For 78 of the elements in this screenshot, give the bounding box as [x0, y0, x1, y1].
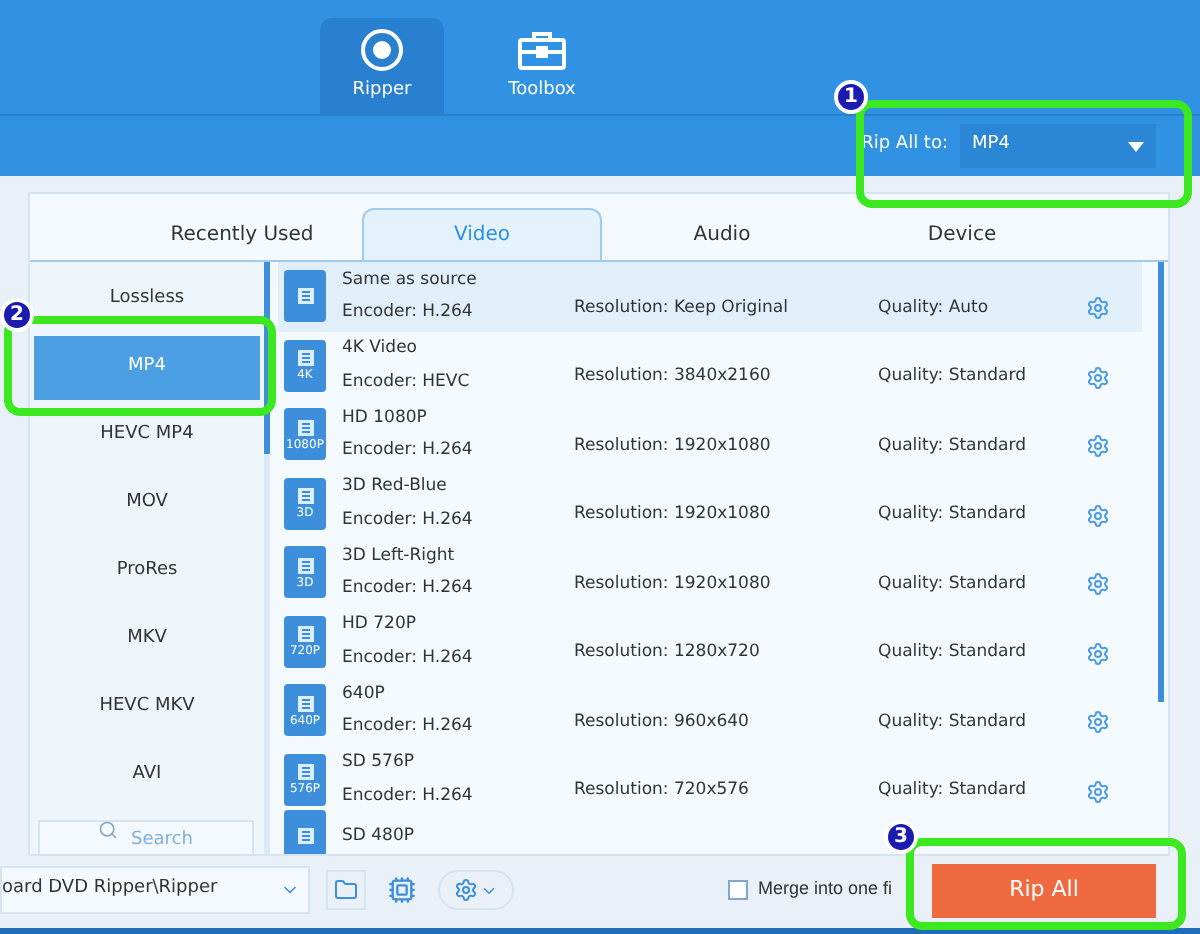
format-item[interactable]: MOV — [34, 472, 260, 536]
quality-text: Quality: Standard — [878, 640, 1028, 667]
resolution-text: Resolution: 1920x1080 — [574, 571, 773, 598]
format-dropdown[interactable]: MP4 — [960, 124, 1156, 168]
format-item[interactable]: ProRes — [34, 540, 260, 604]
quality-text: Quality: Standard — [878, 709, 1028, 736]
caret-icon — [1128, 141, 1144, 151]
settings-icon[interactable] — [1086, 572, 1110, 597]
format-item[interactable]: Lossless — [34, 268, 260, 332]
format-item[interactable]: HEVC MP4 — [34, 404, 260, 468]
search-icon — [98, 820, 118, 840]
chip-icon — [388, 876, 416, 904]
settings-icon[interactable] — [1086, 434, 1110, 459]
encoder-text: Encoder: H.264 — [342, 783, 475, 809]
resolution-text: Resolution: 720x576 — [574, 778, 751, 805]
settings-icon[interactable] — [1086, 641, 1110, 666]
document-icon — [295, 417, 315, 438]
folder-icon — [334, 878, 358, 902]
save-path-field[interactable]: oard DVD Ripper\Ripper — [0, 866, 310, 914]
format-tab[interactable]: Audio — [602, 208, 842, 260]
preset-name: HD 1080P — [342, 405, 429, 431]
resolution-text: Resolution: 1920x1080 — [574, 502, 773, 529]
settings-icon[interactable] — [1086, 710, 1110, 735]
step-badge: 2 — [0, 298, 34, 332]
document-icon — [295, 286, 315, 307]
resolution-text: Resolution: 1920x1080 — [574, 433, 773, 460]
format-item[interactable]: HEVC MKV — [34, 676, 260, 740]
preset-row[interactable]: SD 480P — [278, 814, 422, 854]
document-icon — [295, 693, 315, 714]
resolution-text: Resolution: 3840x2160 — [574, 364, 773, 391]
settings-icon — [454, 878, 478, 902]
quality-text: Quality: Auto — [878, 295, 991, 322]
preset-name: 4K Video — [342, 336, 419, 362]
document-icon — [295, 348, 315, 369]
folder-button[interactable] — [326, 870, 366, 910]
search-field[interactable]: Search — [38, 820, 254, 854]
settings-icon[interactable] — [1086, 296, 1110, 321]
nav-tab[interactable]: Ripper — [320, 18, 444, 114]
encoder-text: Encoder: H.264 — [342, 507, 475, 533]
resolution-text: Resolution: 1280x720 — [574, 640, 762, 667]
encoder-text: Encoder: H.264 — [342, 645, 475, 671]
format-item[interactable]: AVI — [34, 744, 260, 808]
settings-icon[interactable] — [1086, 779, 1110, 804]
preset-name: 640P — [342, 681, 387, 707]
preset-row[interactable]: Same as source Encoder: H.264 Resolution: Keep Original Quality: Auto — [278, 262, 1142, 331]
quality-text: Quality: Standard — [878, 364, 1028, 391]
preset-name: HD 720P — [342, 612, 418, 638]
format-tab[interactable]: Recently Used — [122, 208, 362, 260]
resolution-text: Resolution: Keep Original — [574, 295, 790, 322]
resolution-text: Resolution: 960x640 — [574, 709, 751, 736]
quality-text: Quality: Standard — [878, 433, 1028, 460]
preset-name: SD 576P — [342, 750, 416, 776]
merge-checkbox[interactable] — [727, 880, 748, 900]
preset-name: 3D Left-Right — [342, 543, 457, 569]
format-tab[interactable]: Device — [842, 208, 1082, 260]
settings-dropdown[interactable] — [438, 870, 514, 910]
document-icon — [295, 762, 315, 783]
toolbox-icon — [516, 27, 568, 72]
quality-text: Quality: Standard — [878, 502, 1028, 529]
document-icon — [295, 826, 315, 846]
quality-text: Quality: Standard — [878, 571, 1028, 598]
settings-icon[interactable] — [1086, 365, 1110, 390]
encoder-text: Encoder: H.264 — [342, 300, 475, 326]
preset-name: 3D Red-Blue — [342, 474, 449, 500]
preset-name: SD 480P — [342, 823, 414, 849]
disc-icon — [360, 27, 404, 72]
encoder-text: Encoder: HEVC — [342, 369, 472, 395]
format-item[interactable]: MKV — [34, 608, 260, 672]
document-icon — [295, 555, 315, 576]
encoder-text: Encoder: H.264 — [342, 438, 475, 464]
merge-label: Merge into one fi — [757, 876, 892, 903]
encoder-text: Encoder: H.264 — [342, 714, 475, 740]
document-icon — [295, 624, 315, 645]
settings-icon[interactable] — [1086, 503, 1110, 528]
encoder-text: Encoder: H.264 — [342, 576, 475, 602]
preset-name: Same as source — [342, 267, 479, 293]
quality-text: Quality: Standard — [878, 778, 1028, 805]
document-icon — [295, 486, 315, 507]
